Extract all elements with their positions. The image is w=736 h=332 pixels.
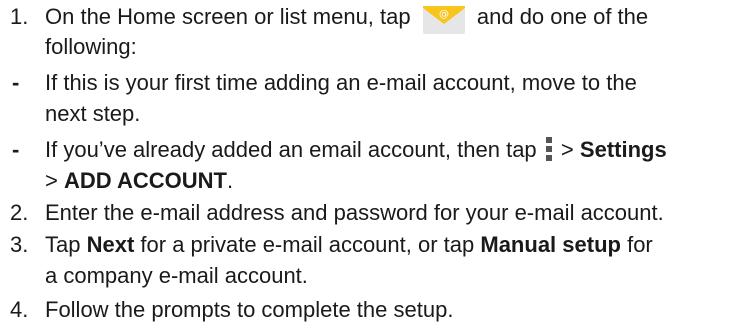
manual-setup-label: Manual setup [480, 232, 621, 257]
email-app-icon: @ [421, 4, 467, 34]
step-3-line-2: a company e-mail account. [45, 263, 308, 288]
step-1-text-after-icon: and do one of the [476, 4, 649, 29]
separator-gt: > [45, 168, 58, 193]
separator-gt: > [560, 137, 574, 162]
step-3-for: for [627, 232, 653, 257]
step-1-line-1: On the Home screen or list menu, tap @ a… [45, 3, 649, 34]
svg-text:@: @ [439, 9, 449, 20]
step-2-number: 2. [10, 200, 29, 225]
step-1-number: 1. [10, 4, 29, 29]
more-options-icon [545, 137, 553, 161]
option-existing-text: If you’ve already added an email account… [45, 137, 537, 162]
step-3-number: 3. [10, 232, 29, 257]
step-1-line-2: following: [45, 34, 137, 59]
step-4-number: 4. [10, 297, 29, 322]
option-dash: - [12, 70, 20, 95]
option-existing-account-line-2: > ADD ACCOUNT. [45, 167, 233, 195]
add-account-label: ADD ACCOUNT [63, 168, 227, 193]
settings-label: Settings [579, 137, 667, 162]
step-1-text-before-icon: On the Home screen or list menu, tap [45, 4, 411, 29]
next-label: Next [86, 232, 135, 257]
step-4-text: Follow the prompts to complete the setup… [45, 297, 454, 322]
step-3-middle: for a private e-mail account, or tap [140, 232, 475, 257]
step-3-tap: Tap [45, 232, 81, 257]
step-2-text: Enter the e-mail address and password fo… [45, 200, 664, 225]
option-dash: - [12, 137, 20, 162]
option-existing-account-line-1: If you’ve already added an email account… [45, 136, 667, 164]
step-3-line-1: Tap Next for a private e-mail account, o… [45, 231, 653, 259]
period: . [226, 168, 234, 193]
instruction-list: 1. On the Home screen or list menu, tap … [0, 0, 736, 332]
option-first-account-line-2: next step. [45, 101, 141, 126]
option-first-account-line-1: If this is your first time adding an e-m… [45, 70, 637, 95]
